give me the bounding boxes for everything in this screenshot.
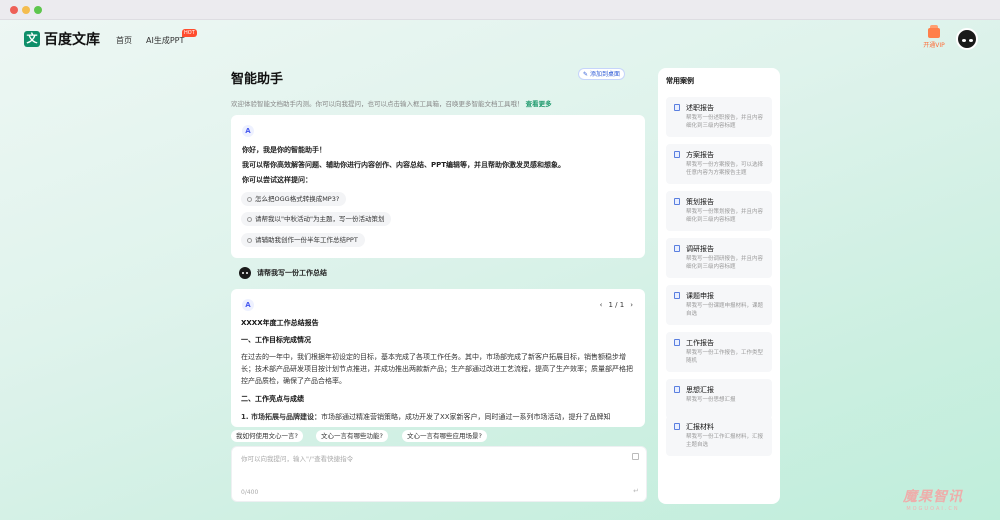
chat-input-placeholder: 你可以向我提问，输入"/"查看快捷指令 [241, 455, 354, 463]
document-icon [674, 423, 680, 430]
document-icon [674, 292, 680, 299]
avatar[interactable] [956, 28, 978, 50]
suggestion-mid-autumn[interactable]: 请帮我以"中秋活动"为主题，写一份活动策划 [241, 212, 392, 226]
hot-badge: HOT [182, 29, 197, 37]
gift-icon [928, 25, 940, 38]
case-item[interactable]: 工作报告 帮我写一份工作报告，工作类型随机 [666, 332, 772, 372]
case-desc: 帮我写一份方案报告，可以选择任意内容为方案报告主题 [686, 162, 764, 176]
document-icon [674, 198, 680, 205]
case-desc: 帮我写一份思想汇报 [686, 397, 736, 403]
case-title: 调研报告 [686, 245, 714, 253]
logo-icon: 文 [24, 31, 40, 47]
page-title: 智能助手 [231, 72, 284, 87]
assistant-intro-card: A 你好，我是你的智能助手！ 我可以帮你高效解答问题、辅助你进行内容创作、内容总… [231, 115, 645, 258]
user-message-row: 请帮我写一份工作总结 [239, 267, 327, 279]
welcome-text: 欢迎体验智能文档助手内测。你可以向我提问，也可以点击输入框工具箱，召唤更多智能文… [231, 98, 552, 108]
top-nav: 文 百度文库 首页 AI生成PPT HOT 开通VIP [0, 20, 1000, 60]
case-title: 述职报告 [686, 104, 714, 112]
page-indicator: 1 / 1 [608, 301, 625, 309]
add-to-desktop-label: 添加到桌面 [589, 71, 620, 78]
quick-chip-scenarios[interactable]: 文心一言有哪些应用场景? [402, 430, 487, 442]
case-item[interactable]: 方案报告 帮我写一份方案报告，可以选择任意内容为方案报告主题 [666, 144, 772, 184]
see-more-link[interactable]: 查看更多 [526, 100, 552, 108]
case-item[interactable]: 思想汇报 帮我写一份思想汇报 [666, 379, 772, 419]
nav-home[interactable]: 首页 [116, 35, 132, 46]
case-desc: 帮我写一份调研报告，并且内容细化到三级内容标题 [686, 256, 764, 270]
report-item-1: 1. 市场拓展与品牌建设：市场部通过精准营销策略，成功开发了XX家新客户，同时通… [241, 411, 611, 423]
document-icon [674, 151, 680, 158]
watermark-en: MOGUOAI.CN [906, 506, 960, 512]
case-title: 课题申报 [686, 292, 714, 300]
assistant-response-card: A ‹ 1 / 1 › XXXX年度工作总结报告 一、工作目标完成情况 在过去的… [231, 289, 645, 427]
assistant-bot-icon: A [242, 299, 254, 311]
attachment-icon[interactable] [632, 453, 639, 460]
window-titlebar [0, 0, 1000, 20]
case-desc: 帮我写一份述职报告，并且内容细化到三级内容标题 [686, 115, 764, 129]
watermark: 魔果智讯 MOGUOAI.CN [903, 486, 963, 512]
user-message: 请帮我写一份工作总结 [257, 269, 327, 277]
vip-button[interactable]: 开通VIP [922, 25, 946, 49]
nav-ai-ppt[interactable]: AI生成PPT [146, 35, 184, 46]
intro-greeting: 你好，我是你的智能助手！ [242, 146, 326, 154]
case-title: 汇报材料 [686, 423, 714, 431]
report-item-1-title: 1. 市场拓展与品牌建设： [241, 413, 321, 421]
chat-input[interactable]: 你可以向我提问，输入"/"查看快捷指令 0/400 ↵ [231, 446, 647, 502]
intro-capabilities: 我可以帮你高效解答问题、辅助你进行内容创作、内容总结、PPT编辑等，并且帮助你激… [242, 161, 566, 169]
logo[interactable]: 文 百度文库 [24, 29, 100, 49]
case-desc: 帮我写一份策划报告，并且内容细化到三级内容标题 [686, 209, 764, 223]
user-avatar [239, 267, 251, 279]
assistant-bot-icon: A [242, 125, 254, 137]
case-title: 策划报告 [686, 198, 714, 206]
pin-icon: ✎ [583, 71, 589, 78]
add-to-desktop-button[interactable]: ✎ 添加到桌面 [578, 68, 625, 80]
prev-page-icon[interactable]: ‹ [600, 301, 603, 309]
vip-label: 开通VIP [923, 42, 945, 49]
case-title: 方案报告 [686, 151, 714, 159]
char-counter: 0/400 [241, 489, 259, 496]
document-icon [674, 386, 680, 393]
next-page-icon[interactable]: › [630, 301, 633, 309]
quick-chip-how-to-use[interactable]: 我如何使用文心一言? [231, 430, 303, 442]
intro-try-asking: 你可以尝试这样提问： [242, 176, 312, 184]
maximize-window-button[interactable] [34, 6, 42, 14]
close-window-button[interactable] [10, 6, 18, 14]
document-icon [674, 104, 680, 111]
case-item[interactable]: 述职报告 帮我写一份述职报告，并且内容细化到三级内容标题 [666, 97, 772, 137]
case-title: 思想汇报 [686, 386, 714, 394]
case-item[interactable]: 策划报告 帮我写一份策划报告，并且内容细化到三级内容标题 [666, 191, 772, 231]
suggestion-half-year-ppt[interactable]: 请辅助我创作一份半年工作总结PPT [241, 233, 365, 247]
case-item[interactable]: 汇报材料 帮我写一份工作汇报材料，汇报主题自选 [666, 416, 772, 456]
report-item-1-text: 市场部通过精准营销策略，成功开发了XX家新客户，同时通过一系列市场活动，提升了品… [320, 413, 611, 421]
quick-chip-features[interactable]: 文心一言有哪些功能? [316, 430, 388, 442]
watermark-cn: 魔果智讯 [903, 489, 963, 505]
report-title: XXXX年度工作总结报告 [241, 319, 319, 327]
sidebar-title: 常用案例 [666, 77, 694, 85]
send-icon[interactable]: ↵ [633, 487, 639, 495]
case-item[interactable]: 调研报告 帮我写一份调研报告，并且内容细化到三级内容标题 [666, 238, 772, 278]
case-desc: 帮我写一份工作报告，工作类型随机 [686, 350, 764, 364]
minimize-window-button[interactable] [22, 6, 30, 14]
case-desc: 帮我写一份工作汇报材料，汇报主题自选 [686, 434, 764, 448]
case-desc: 帮我写一份课题申报材料，课题自选 [686, 303, 764, 317]
document-icon [674, 339, 680, 346]
case-sidebar: 常用案例 述职报告 帮我写一份述职报告，并且内容细化到三级内容标题 方案报告 帮… [658, 68, 780, 504]
response-pager: ‹ 1 / 1 › [600, 301, 633, 309]
report-section-2: 二、工作亮点与成绩 [241, 395, 304, 403]
welcome-message: 欢迎体验智能文档助手内测。你可以向我提问，也可以点击输入框工具箱，召唤更多智能文… [231, 100, 524, 108]
logo-text: 百度文库 [44, 32, 100, 48]
suggestion-ogg-mp3[interactable]: 怎么把OGG格式转换成MP3? [241, 192, 347, 206]
document-icon [674, 245, 680, 252]
case-title: 工作报告 [686, 339, 714, 347]
case-item[interactable]: 课题申报 帮我写一份课题申报材料，课题自选 [666, 285, 772, 325]
report-section-1: 一、工作目标完成情况 [241, 336, 311, 344]
report-paragraph-1: 在过去的一年中，我们根据年初设定的目标，基本完成了各项工作任务。其中，市场部完成… [241, 353, 633, 385]
